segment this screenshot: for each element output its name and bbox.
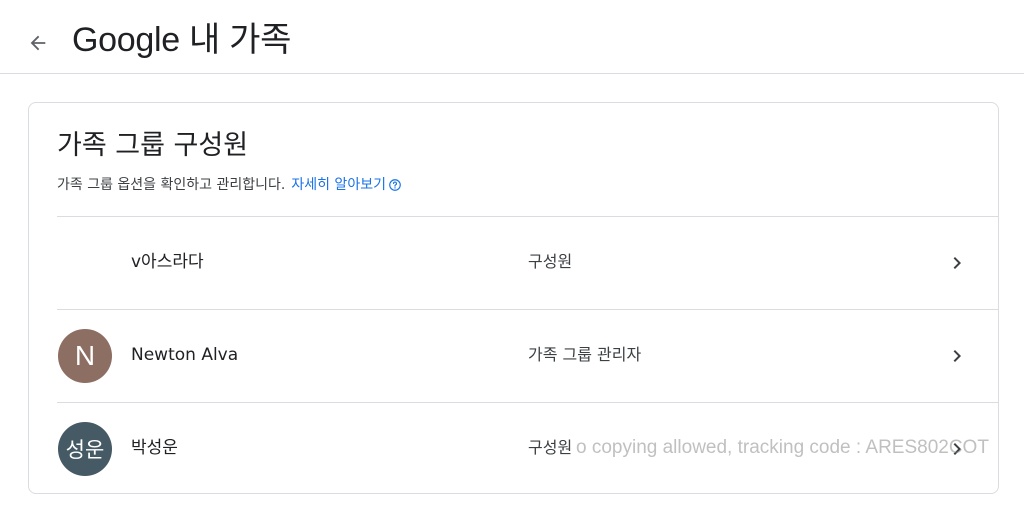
member-name: v아스라다 [131,252,204,272]
page-title: Google 내 가족 [72,21,292,59]
chevron-right-icon [953,443,961,455]
back-button[interactable] [22,27,54,59]
member-row-park-seongun[interactable]: 성운 박성운 구성원 [57,402,999,494]
family-members-card: 가족 그룹 구성원 가족 그룹 옵션을 확인하고 관리합니다. 자세히 알아보기… [28,102,999,494]
member-row-newton-alva[interactable]: N Newton Alva 가족 그룹 관리자 [57,309,999,401]
member-role: 구성원 [528,438,573,457]
member-role: 가족 그룹 관리자 [528,345,642,364]
card-description: 가족 그룹 옵션을 확인하고 관리합니다. 자세히 알아보기 [57,175,402,195]
chevron-right-icon [953,257,961,269]
member-name: 박성운 [131,438,178,458]
top-app-bar: Google 내 가족 [0,0,1024,74]
chevron-right-icon [953,350,961,362]
avatar: N [58,329,112,383]
arrow-back-icon [30,35,46,51]
member-row-v-asurada[interactable]: v아스라다 구성원 [57,216,999,308]
help-circle-icon[interactable] [388,178,402,192]
learn-more-link[interactable]: 자세히 알아보기 [291,175,386,195]
member-role: 구성원 [528,252,573,271]
card-title: 가족 그룹 구성원 [57,130,249,161]
description-text: 가족 그룹 옵션을 확인하고 관리합니다. [57,177,286,193]
member-name: Newton Alva [131,345,239,365]
avatar: 성운 [58,422,112,476]
